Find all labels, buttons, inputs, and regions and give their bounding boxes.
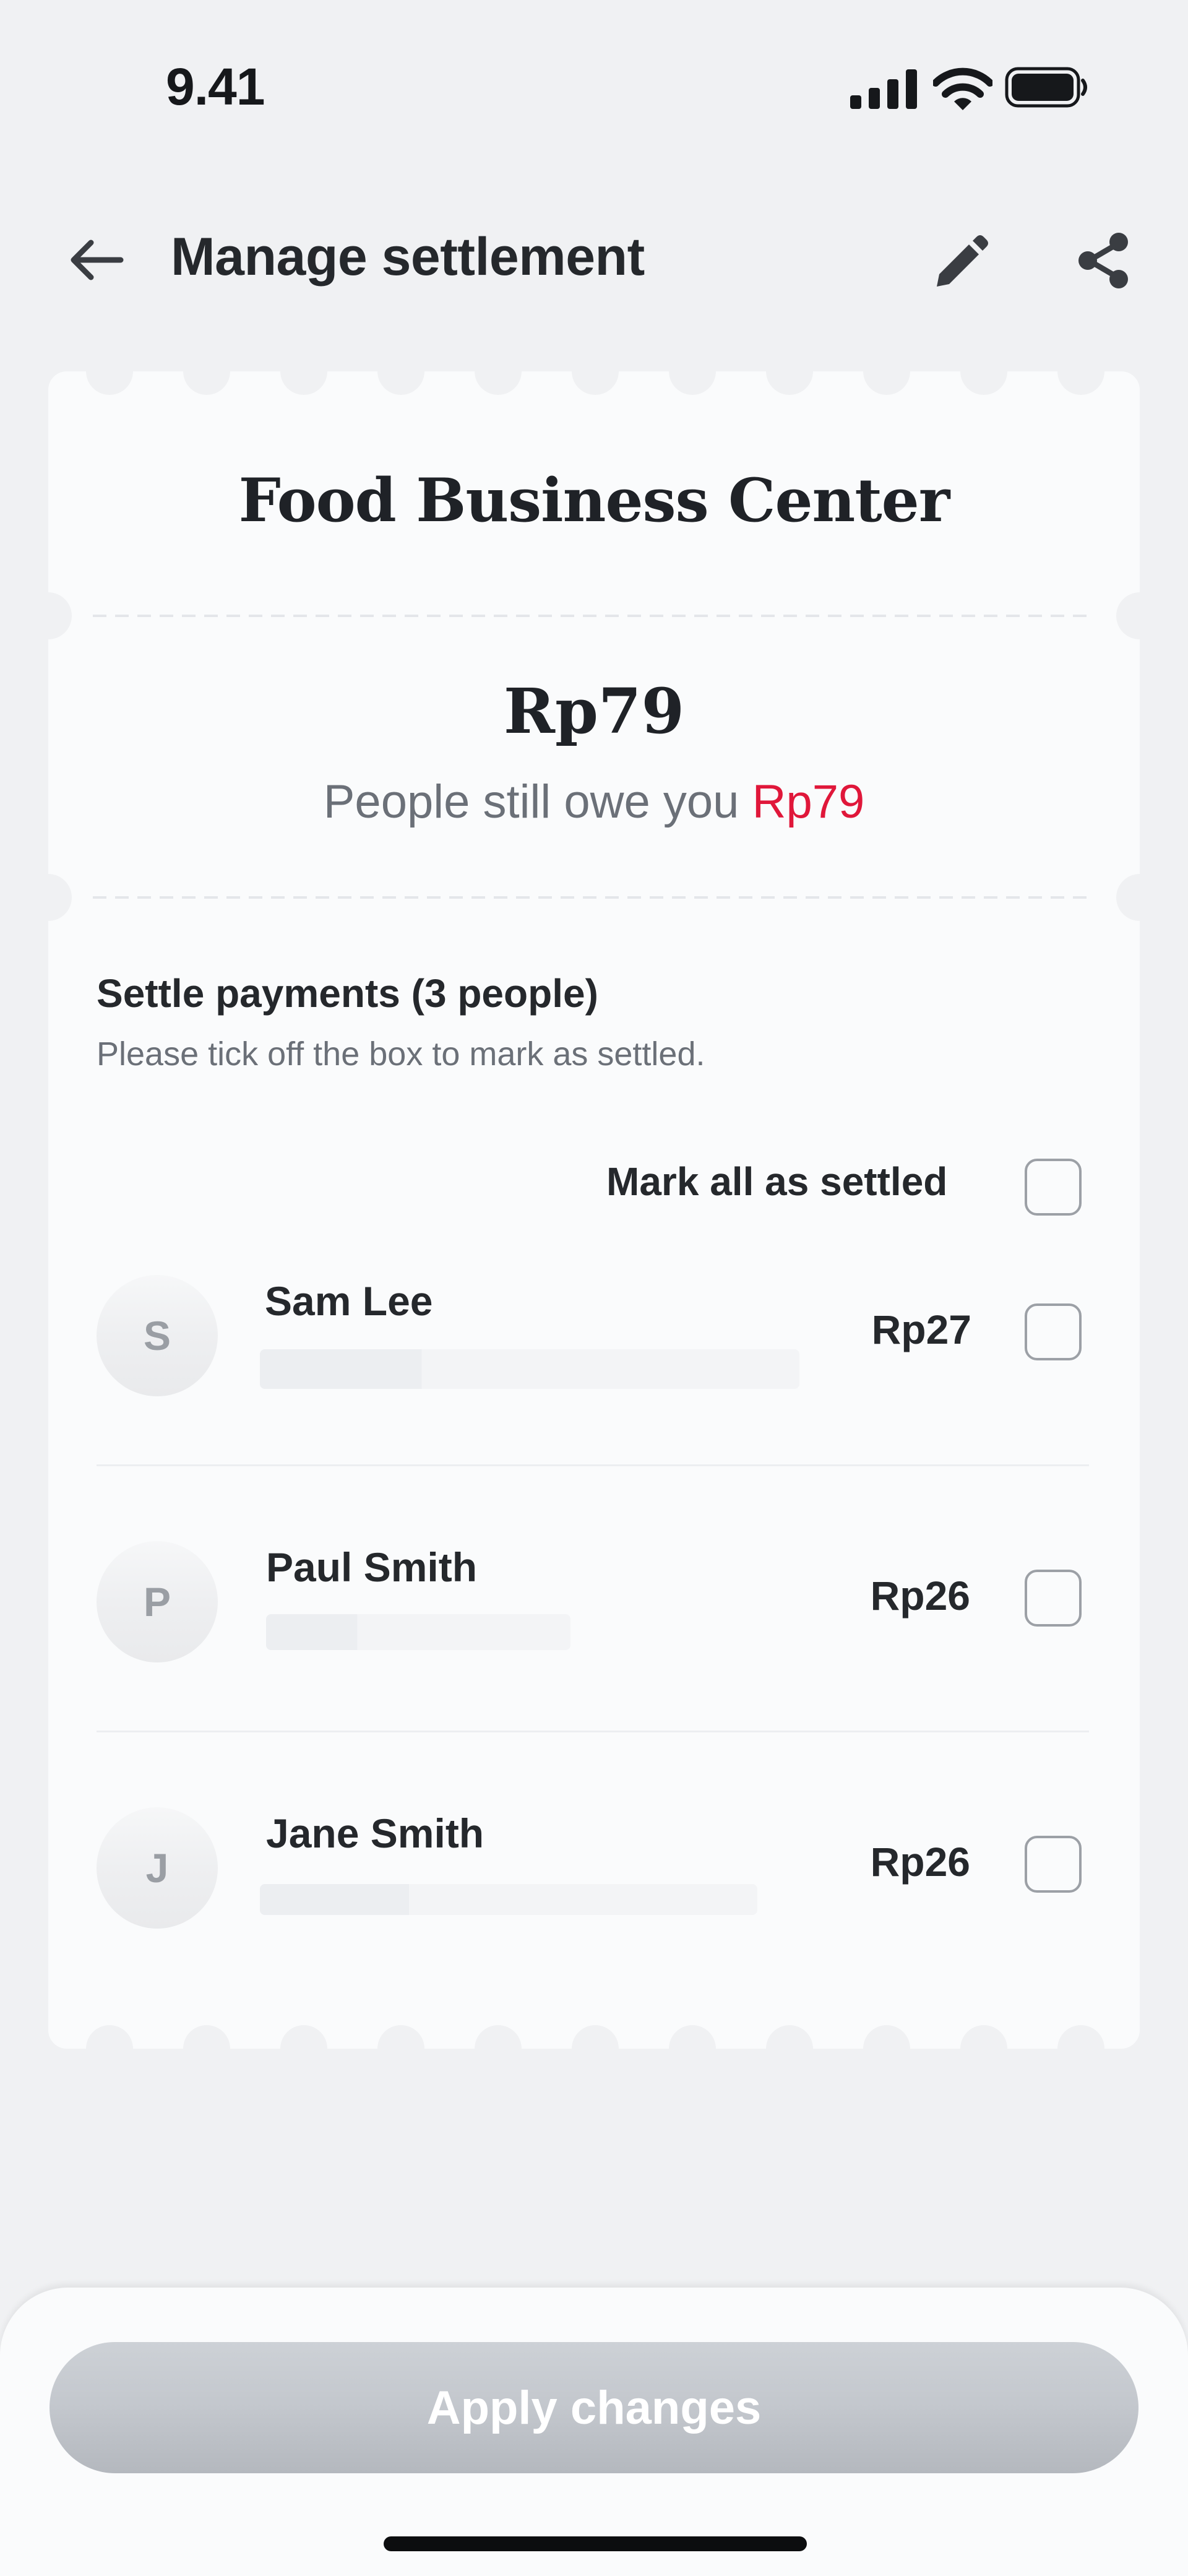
home-indicator	[384, 2536, 807, 2551]
settle-section-title: Settle payments (3 people)	[97, 971, 598, 1016]
owe-prefix: People still owe you	[323, 776, 752, 828]
people-list: S Sam Lee Rp27 P Paul Smith Rp26 J Jane …	[0, 1275, 1188, 1943]
person-name: Sam Lee	[265, 1278, 433, 1324]
apply-changes-button[interactable]: Apply changes	[50, 2342, 1138, 2473]
settle-checkbox[interactable]	[1025, 1836, 1082, 1893]
mark-all-label: Mark all as settled	[606, 1159, 948, 1204]
list-item: P Paul Smith Rp26	[0, 1541, 1188, 1727]
mark-all-checkbox[interactable]	[1025, 1159, 1082, 1216]
total-amount: Rp79	[503, 675, 685, 748]
loading-placeholder	[260, 1884, 757, 1915]
owe-summary: People still owe you Rp79	[50, 775, 1138, 829]
list-item: J Jane Smith Rp26	[0, 1807, 1188, 1950]
person-name: Jane Smith	[266, 1810, 484, 1856]
loading-placeholder	[266, 1614, 570, 1650]
loading-placeholder	[260, 1349, 799, 1389]
avatar: J	[97, 1807, 218, 1929]
settle-checkbox[interactable]	[1025, 1570, 1082, 1627]
settle-checkbox[interactable]	[1025, 1303, 1082, 1360]
settle-section-subtitle: Please tick off the box to mark as settl…	[97, 1035, 705, 1073]
row-divider	[97, 1464, 1089, 1466]
person-amount: Rp26	[870, 1839, 970, 1885]
place-name: Food Business Center	[238, 465, 950, 535]
person-amount: Rp27	[871, 1307, 971, 1352]
avatar: S	[97, 1275, 218, 1396]
row-divider	[97, 1731, 1089, 1732]
list-item: S Sam Lee Rp27	[0, 1275, 1188, 1461]
avatar: P	[97, 1541, 218, 1662]
person-amount: Rp26	[870, 1573, 970, 1619]
person-name: Paul Smith	[266, 1544, 478, 1590]
owe-amount: Rp79	[752, 776, 865, 828]
